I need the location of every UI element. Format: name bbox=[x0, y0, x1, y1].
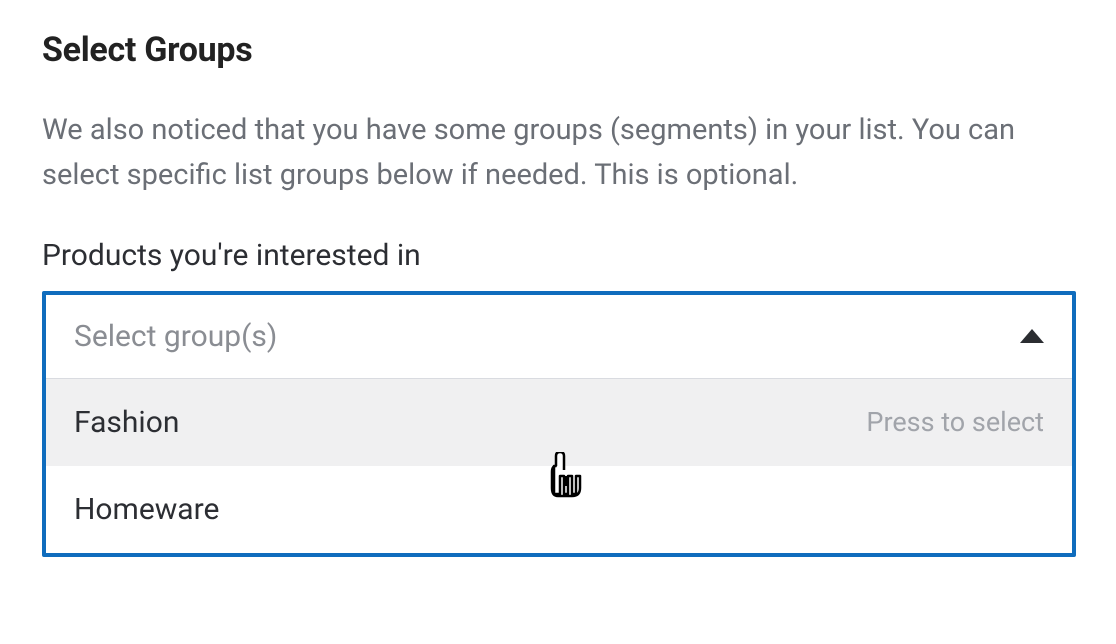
option-label: Fashion bbox=[74, 405, 179, 440]
option-hint: Press to select bbox=[866, 406, 1044, 438]
dropdown-toggle[interactable]: Select group(s) bbox=[46, 295, 1072, 379]
option-label: Homeware bbox=[74, 492, 219, 527]
dropdown-option-fashion[interactable]: Fashion Press to select bbox=[46, 379, 1072, 466]
dropdown-list: Fashion Press to select Homeware bbox=[46, 379, 1072, 553]
field-label: Products you're interested in bbox=[42, 238, 1074, 273]
section-heading: Select Groups bbox=[42, 30, 1074, 70]
dropdown-placeholder: Select group(s) bbox=[74, 319, 277, 354]
dropdown-option-homeware[interactable]: Homeware bbox=[46, 466, 1072, 553]
caret-up-icon bbox=[1020, 329, 1044, 343]
section-description: We also noticed that you have some group… bbox=[42, 108, 1062, 198]
groups-dropdown[interactable]: Select group(s) Fashion Press to select … bbox=[42, 291, 1076, 557]
